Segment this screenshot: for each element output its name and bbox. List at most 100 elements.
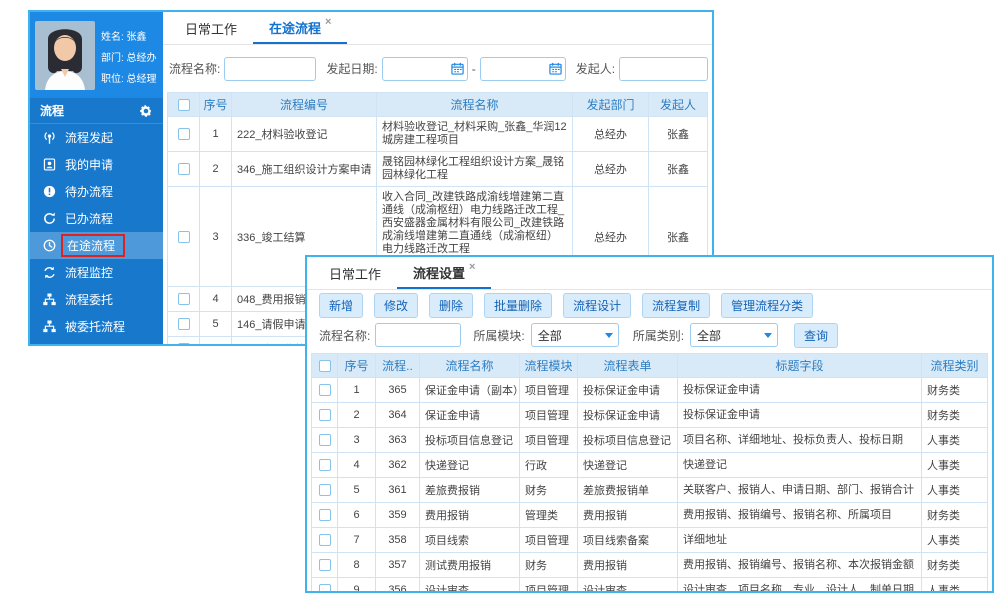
select-all-header — [168, 93, 200, 117]
sidebar-item[interactable]: 在途流程 — [30, 232, 163, 259]
close-tab-icon[interactable]: × — [469, 261, 475, 273]
process-name-label: 流程名称: — [319, 327, 370, 344]
start-date-from — [382, 57, 468, 81]
tab-process-settings[interactable]: 流程设置 × — [397, 257, 491, 289]
col-name: 流程名称 — [377, 93, 573, 117]
clock-icon — [42, 238, 57, 253]
col-title-field: 标题字段 — [678, 354, 922, 378]
row-checkbox[interactable] — [319, 409, 331, 421]
select-all-header — [312, 354, 338, 378]
sidebar-item[interactable]: 被委托流程 — [30, 313, 163, 340]
tab-in-transit-processes[interactable]: 在途流程 × — [253, 12, 347, 44]
sidebar-section-title: 流程 — [40, 98, 64, 124]
sidebar-item[interactable]: 流程委托 — [30, 286, 163, 313]
row-checkbox[interactable] — [319, 559, 331, 571]
sidebar-item[interactable]: 我的申请 — [30, 151, 163, 178]
row-checkbox[interactable] — [319, 484, 331, 496]
select-all-checkbox[interactable] — [319, 360, 331, 372]
redo-icon — [42, 211, 57, 226]
col-dept: 发起部门 — [573, 93, 649, 117]
profile-title: 职位: 总经理 — [101, 69, 157, 90]
col-category: 流程类别 — [922, 354, 988, 378]
sidebar-item[interactable]: 待办流程 — [30, 178, 163, 205]
col-module: 流程模块 — [520, 354, 578, 378]
table-row[interactable]: 7 358 项目线索 项目管理 项目线索备案 详细地址 人事类 — [312, 528, 988, 553]
tab-daily-work[interactable]: 日常工作 — [313, 257, 397, 289]
sitemap-icon — [42, 319, 57, 334]
date-to-input[interactable] — [480, 57, 566, 81]
exclamation-circle-icon — [42, 184, 57, 199]
col-form: 流程表单 — [578, 354, 678, 378]
row-checkbox[interactable] — [178, 231, 190, 243]
date-range-separator: - — [472, 62, 476, 76]
desktop: 姓名: 张鑫 部门: 总经办 职位: 总经理 流程 流程发起 — [0, 0, 1000, 600]
row-checkbox[interactable] — [319, 384, 331, 396]
toolbar-button[interactable]: 修改 — [374, 293, 418, 318]
table-row[interactable]: 2 346_施工组织设计方案申请 晟铭园林绿化工程组织设计方案_晟铭园林绿化工程… — [168, 152, 708, 187]
row-checkbox[interactable] — [178, 128, 190, 140]
date-from-input[interactable] — [382, 57, 468, 81]
close-tab-icon[interactable]: × — [325, 16, 331, 28]
table-row[interactable]: 5 361 差旅费报销 财务 差旅费报销单 关联客户、报销人、申请日期、部门、报… — [312, 478, 988, 503]
row-checkbox[interactable] — [319, 534, 331, 546]
row-checkbox[interactable] — [319, 584, 331, 593]
col-code: 流程.. — [376, 354, 420, 378]
user-profile: 姓名: 张鑫 部门: 总经办 职位: 总经理 — [30, 12, 163, 98]
sidebar: 姓名: 张鑫 部门: 总经办 职位: 总经理 流程 流程发起 — [30, 12, 163, 344]
window2-tabbar: 日常工作 流程设置 × — [307, 257, 992, 290]
category-select[interactable]: 全部 — [690, 323, 778, 347]
initiator-label: 发起人: — [576, 60, 615, 77]
start-date-to — [480, 57, 566, 81]
window1-tabbar: 日常工作 在途流程 × — [163, 12, 712, 45]
sidebar-item[interactable]: 流程发起 — [30, 124, 163, 151]
row-checkbox[interactable] — [178, 163, 190, 175]
sidebar-section-header: 流程 — [30, 98, 163, 124]
table-row[interactable]: 9 356 设计审查 项目管理 设计审查 设计审查、项目名称、专业、设计人、制单… — [312, 578, 988, 594]
window2-search-bar: 流程名称: 所属模块: 全部 所属类别: 全部 查询 — [307, 320, 992, 350]
row-checkbox[interactable] — [178, 318, 190, 330]
row-checkbox[interactable] — [178, 343, 190, 346]
row-checkbox[interactable] — [178, 293, 190, 305]
window-process-settings: 日常工作 流程设置 × 新增修改删除批量删除流程设计流程复制管理流程分类 流程名… — [305, 255, 994, 593]
table-header-row: 序号 流程.. 流程名称 流程模块 流程表单 标题字段 流程类别 — [312, 354, 988, 378]
row-checkbox[interactable] — [319, 434, 331, 446]
table-row[interactable]: 6 359 费用报销 管理类 费用报销 费用报销、报销编号、报销名称、所属项目 … — [312, 503, 988, 528]
toolbar-button[interactable]: 批量删除 — [484, 293, 552, 318]
gear-icon[interactable] — [139, 104, 153, 118]
id-card-icon — [42, 157, 57, 172]
table-row[interactable]: 2 364 保证金申请 项目管理 投标保证金申请 投标保证金申请 财务类 — [312, 403, 988, 428]
table-row[interactable]: 1 365 保证金申请（副本） 项目管理 投标保证金申请 投标保证金申请 财务类 — [312, 378, 988, 403]
start-date-label: 发起日期: — [326, 60, 377, 77]
toolbar-button[interactable]: 流程设计 — [563, 293, 631, 318]
sidebar-item[interactable]: 流程监控 — [30, 259, 163, 286]
toolbar-button[interactable]: 新增 — [319, 293, 363, 318]
chevron-down-icon — [605, 333, 613, 338]
module-label: 所属模块: — [473, 327, 524, 344]
col-code: 流程编号 — [232, 93, 377, 117]
table-row[interactable]: 3 363 投标项目信息登记 项目管理 投标项目信息登记 项目名称、详细地址、投… — [312, 428, 988, 453]
initiator-input[interactable] — [619, 57, 708, 81]
query-button[interactable]: 查询 — [794, 323, 838, 348]
col-seq: 序号 — [200, 93, 232, 117]
process-name-input[interactable] — [375, 323, 461, 347]
window1-search-bar: 流程名称: 发起日期: - 发起人: — [163, 45, 712, 92]
profile-name: 姓名: 张鑫 — [101, 27, 157, 48]
table-row[interactable]: 8 357 测试费用报销 财务 费用报销 费用报销、报销编号、报销名称、本次报销… — [312, 553, 988, 578]
table-row[interactable]: 4 362 快递登记 行政 快递登记 快递登记 人事类 — [312, 453, 988, 478]
col-person: 发起人 — [649, 93, 708, 117]
row-checkbox[interactable] — [319, 509, 331, 521]
sidebar-item[interactable]: 已办流程 — [30, 205, 163, 232]
select-all-checkbox[interactable] — [178, 99, 190, 111]
col-name: 流程名称 — [420, 354, 520, 378]
toolbar-button[interactable]: 管理流程分类 — [721, 293, 813, 318]
sync-icon — [42, 265, 57, 280]
process-name-input[interactable] — [224, 57, 316, 81]
toolbar-button[interactable]: 流程复制 — [642, 293, 710, 318]
process-settings-table: 序号 流程.. 流程名称 流程模块 流程表单 标题字段 流程类别 1 365 保… — [311, 353, 988, 593]
toolbar-button[interactable]: 删除 — [429, 293, 473, 318]
tab-daily-work[interactable]: 日常工作 — [169, 12, 253, 44]
table-row[interactable]: 1 222_材料验收登记 材料验收登记_材料采购_张鑫_华润12城房建工程项目 … — [168, 117, 708, 152]
module-select[interactable]: 全部 — [531, 323, 619, 347]
row-checkbox[interactable] — [319, 459, 331, 471]
profile-info: 姓名: 张鑫 部门: 总经办 职位: 总经理 — [95, 21, 157, 90]
